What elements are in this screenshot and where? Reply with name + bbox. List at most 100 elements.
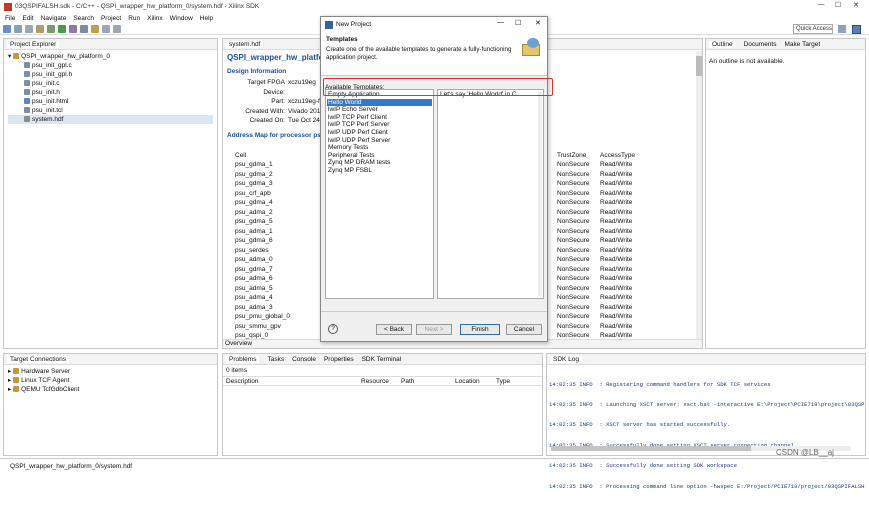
menu-edit[interactable]: Edit xyxy=(22,15,33,22)
tab-sdk-terminal[interactable]: SDK Terminal xyxy=(362,356,402,363)
project-explorer-tabs: Project Explorer xyxy=(4,39,217,50)
dialog-minimize-button[interactable]: — xyxy=(497,19,504,26)
tab-target-connections[interactable]: Target Connections xyxy=(7,355,70,363)
tab-documents[interactable]: Documents xyxy=(744,41,777,48)
cell-trustzone: NonSecure xyxy=(557,180,590,188)
col-type[interactable]: Type xyxy=(496,378,510,385)
tree-root[interactable]: ▾ QSPI_wrapper_hw_platform_0 xyxy=(8,52,213,61)
new-project-wizard-icon xyxy=(520,36,542,58)
menu-window[interactable]: Window xyxy=(170,15,193,22)
new-project-dialog: New Project — ☐ ✕ Templates Create one o… xyxy=(320,16,553,342)
menu-run[interactable]: Run xyxy=(128,15,140,22)
template-item[interactable]: Zynq MP FSBL xyxy=(327,167,432,175)
tab-overview[interactable]: Overview xyxy=(225,340,252,347)
template-item[interactable]: lwIP UDP Perf Client xyxy=(327,129,432,137)
terminal-icon[interactable] xyxy=(80,24,88,33)
tree-file[interactable]: psu_init.c xyxy=(8,79,213,88)
scrollbar-thumb[interactable] xyxy=(551,446,751,451)
log-line: 14:02:35 INFO : Processing command line … xyxy=(549,482,865,490)
cancel-button[interactable]: Cancel xyxy=(506,324,542,335)
back-arrow-icon[interactable] xyxy=(102,24,110,33)
cell-name: psu_pmu_global_0 xyxy=(235,313,290,321)
search-icon[interactable] xyxy=(91,24,99,33)
finish-button[interactable]: Finish xyxy=(460,324,500,335)
status-bar: QSPI_wrapper_hw_platform_0/system.hdf xyxy=(0,458,869,473)
tab-outline[interactable]: Outline xyxy=(709,40,736,48)
cell-accesstype: Read/Write xyxy=(600,208,633,216)
connection-item[interactable]: ▸ Linux TCF Agent xyxy=(8,376,213,385)
save-all-icon[interactable] xyxy=(25,24,33,33)
editor-scrollbar[interactable] xyxy=(696,51,702,339)
col-path[interactable]: Path xyxy=(401,378,414,385)
field-label: Part: xyxy=(271,98,285,105)
cpp-perspective-icon[interactable] xyxy=(852,25,861,34)
template-item-selected[interactable]: Hello World xyxy=(327,98,432,107)
html-file-icon xyxy=(24,98,30,104)
template-item[interactable]: Memory Tests xyxy=(327,144,432,152)
new-icon[interactable] xyxy=(3,24,11,33)
menu-navigate[interactable]: Navigate xyxy=(41,15,67,22)
run-icon[interactable] xyxy=(58,24,66,33)
template-item[interactable]: Empty Application xyxy=(327,91,432,99)
close-button[interactable]: ✕ xyxy=(850,1,862,9)
col-location[interactable]: Location xyxy=(455,378,480,385)
cell-trustzone: NonSecure xyxy=(557,227,590,235)
tab-make-target[interactable]: Make Target xyxy=(784,41,820,48)
maximize-button[interactable]: ☐ xyxy=(832,1,844,9)
tree-file[interactable]: psu_init_gpl.h xyxy=(8,70,213,79)
template-item[interactable]: Zynq MP DRAM tests xyxy=(327,159,432,167)
cell-name: psu_gdma_7 xyxy=(235,265,273,273)
tab-sdk-log[interactable]: SDK Log xyxy=(550,355,583,363)
menu-xilinx[interactable]: Xilinx xyxy=(147,15,163,22)
quick-access-field[interactable]: Quick Access xyxy=(793,24,833,34)
field-value: Vivado 2018 xyxy=(288,107,325,115)
tree-file[interactable]: psu_init.html xyxy=(8,97,213,106)
col-resource[interactable]: Resource xyxy=(361,378,389,385)
tree-file-selected[interactable]: system.hdf xyxy=(8,115,213,124)
template-item[interactable]: lwIP TCP Perf Client xyxy=(327,114,432,122)
server-folder-icon xyxy=(13,386,20,392)
template-item[interactable]: lwIP TCP Perf Server xyxy=(327,121,432,129)
menu-help[interactable]: Help xyxy=(200,15,213,22)
template-item[interactable]: lwIP UDP Perf Server xyxy=(327,137,432,145)
desc-scrollbar[interactable] xyxy=(538,92,542,296)
debug-icon[interactable] xyxy=(47,24,55,33)
connection-item[interactable]: ▸ QEMU TcfGdbClient xyxy=(8,385,213,394)
template-items: Empty Application Hello World lwIP Echo Se… xyxy=(327,91,432,175)
col-description[interactable]: Description xyxy=(226,378,259,385)
tab-tasks[interactable]: Tasks xyxy=(267,356,284,363)
forward-arrow-icon[interactable] xyxy=(113,24,121,33)
connection-item[interactable]: ▸ Hardware Server xyxy=(8,367,213,376)
menu-search[interactable]: Search xyxy=(73,15,94,22)
project-tree: ▾ QSPI_wrapper_hw_platform_0 psu_init_gp… xyxy=(4,50,217,126)
cell-name: psu_adma_2 xyxy=(235,208,273,216)
project-explorer-panel: Project Explorer ▾ QSPI_wrapper_hw_platf… xyxy=(3,38,218,349)
menu-project[interactable]: Project xyxy=(101,15,121,22)
dialog-close-button[interactable]: ✕ xyxy=(535,19,541,27)
help-icon[interactable]: ? xyxy=(328,324,338,334)
tree-file[interactable]: psu_init.tcl xyxy=(8,106,213,115)
cell-name: psu_adma_0 xyxy=(235,256,273,264)
dialog-title: New Project xyxy=(336,21,372,28)
program-fpga-icon[interactable] xyxy=(69,24,77,33)
template-item[interactable]: lwIP Echo Server xyxy=(327,106,432,114)
tab-project-explorer[interactable]: Project Explorer xyxy=(7,40,60,48)
tab-console[interactable]: Console xyxy=(292,356,316,363)
cell-name: psu_crf_apb xyxy=(235,189,271,197)
next-button[interactable]: Next > xyxy=(416,324,452,335)
build-icon[interactable] xyxy=(36,24,44,33)
outline-panel: Outline Documents Make Target An outline… xyxy=(705,38,866,349)
tab-problems[interactable]: Problems xyxy=(226,355,260,363)
tab-system-hdf[interactable]: system.hdf xyxy=(226,40,264,48)
save-icon[interactable] xyxy=(14,24,22,33)
dialog-maximize-button[interactable]: ☐ xyxy=(515,19,521,27)
template-item[interactable]: Peripheral Tests xyxy=(327,152,432,160)
menu-file[interactable]: File xyxy=(5,15,15,22)
tree-file[interactable]: psu_init_gpl.c xyxy=(8,61,213,70)
tree-file[interactable]: psu_init.h xyxy=(8,88,213,97)
perspective-icon[interactable] xyxy=(838,25,846,33)
minimize-button[interactable]: — xyxy=(815,1,827,8)
scrollbar-thumb[interactable] xyxy=(696,56,702,76)
back-button[interactable]: < Back xyxy=(376,324,412,335)
tab-properties[interactable]: Properties xyxy=(324,356,354,363)
